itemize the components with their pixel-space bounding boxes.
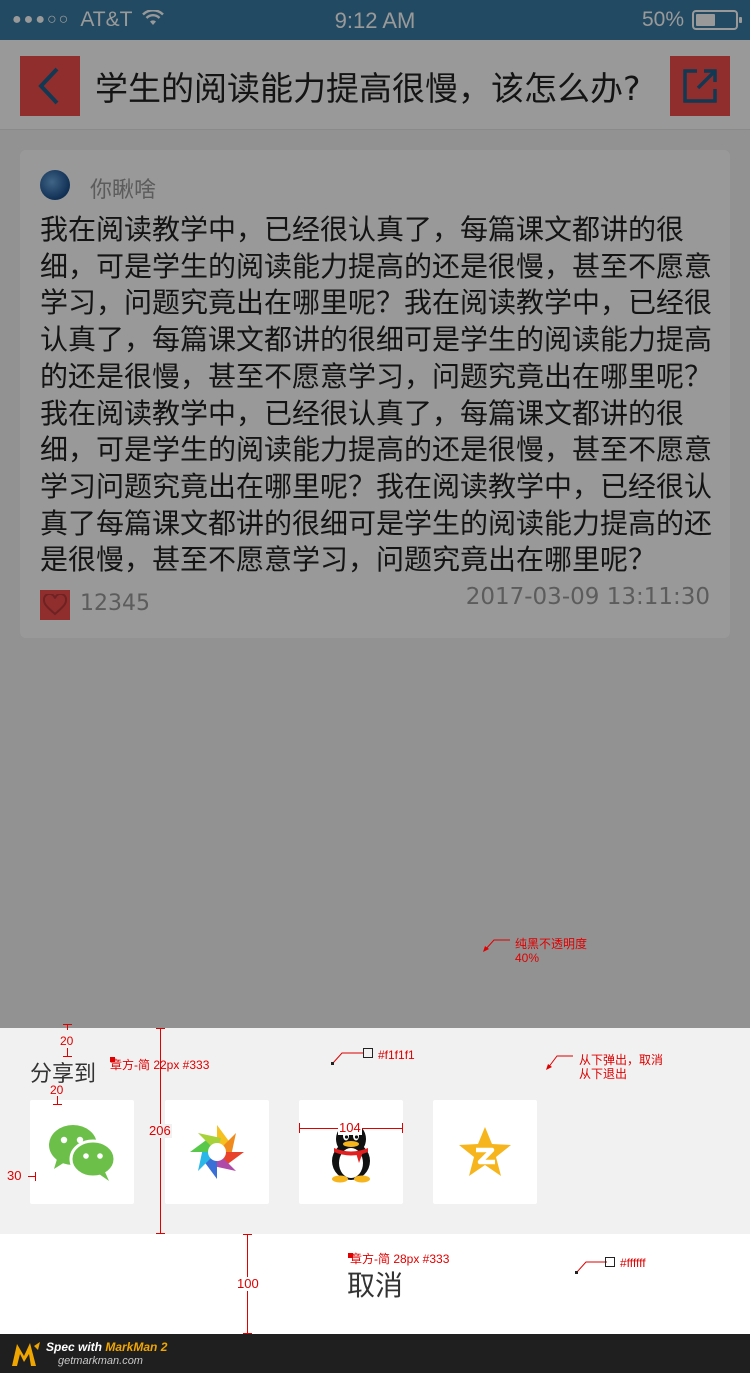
cancel-font-note: 章方-简 28px #333 (350, 1252, 450, 1266)
qzone-icon (459, 1127, 511, 1176)
share-moments-button[interactable] (165, 1100, 269, 1204)
cancel-label: 取消 (346, 1269, 403, 1302)
note-marker (110, 1057, 115, 1062)
dim-tick (243, 1234, 252, 1235)
overlay-note-1: 纯黑不透明度 (515, 937, 588, 951)
markman-tagline: Spec with MarkMan 2 (46, 1340, 167, 1354)
dim-tick (63, 1024, 72, 1025)
annotation-arrow (546, 1055, 573, 1070)
dim-line (57, 1096, 58, 1104)
annotation-arrow (483, 939, 510, 952)
color-swatch (363, 1048, 373, 1058)
icon-size-label: 104 (338, 1120, 362, 1135)
dim-tick (299, 1123, 300, 1133)
markman-footer: Spec with MarkMan 2 getmarkman.com (0, 1334, 750, 1373)
sheet-height-label: 206 (148, 1123, 172, 1138)
cancel-button[interactable]: 取消 (0, 1234, 750, 1334)
dim-tick (53, 1104, 62, 1105)
dim-line (67, 1048, 68, 1056)
bg-color-bottom-note: #ffffff (620, 1256, 646, 1270)
motion-note-2: 从下退出 (579, 1067, 628, 1081)
markman-prefix: Spec with (46, 1340, 106, 1354)
wechat-icon (49, 1125, 117, 1181)
dim-tick (156, 1233, 165, 1234)
left-margin-label: 30 (7, 1168, 22, 1183)
dim-tick (156, 1028, 165, 1029)
markman-brand: MarkMan 2 (105, 1340, 168, 1354)
moments-icon (190, 1125, 244, 1179)
gap-title-icon-label: 20 (50, 1083, 64, 1097)
cancel-height-label: 100 (236, 1276, 260, 1291)
bg-color-top-note: #f1f1f1 (378, 1048, 415, 1062)
share-qq-button[interactable] (299, 1100, 403, 1204)
motion-note-1: 从下弹出，取消 (579, 1053, 664, 1067)
color-swatch (605, 1257, 615, 1267)
markman-logo-icon (12, 1342, 40, 1366)
gap-top-label: 20 (60, 1034, 74, 1048)
dim-tick (63, 1056, 72, 1057)
overlay-note-2: 40% (515, 951, 540, 965)
annotation-arrow (331, 1052, 363, 1065)
dim-tick (402, 1123, 403, 1133)
share-wechat-button[interactable] (30, 1100, 134, 1204)
share-qzone-button[interactable] (433, 1100, 537, 1204)
markman-url[interactable]: getmarkman.com (58, 1355, 143, 1367)
dim-tick (35, 1172, 36, 1181)
